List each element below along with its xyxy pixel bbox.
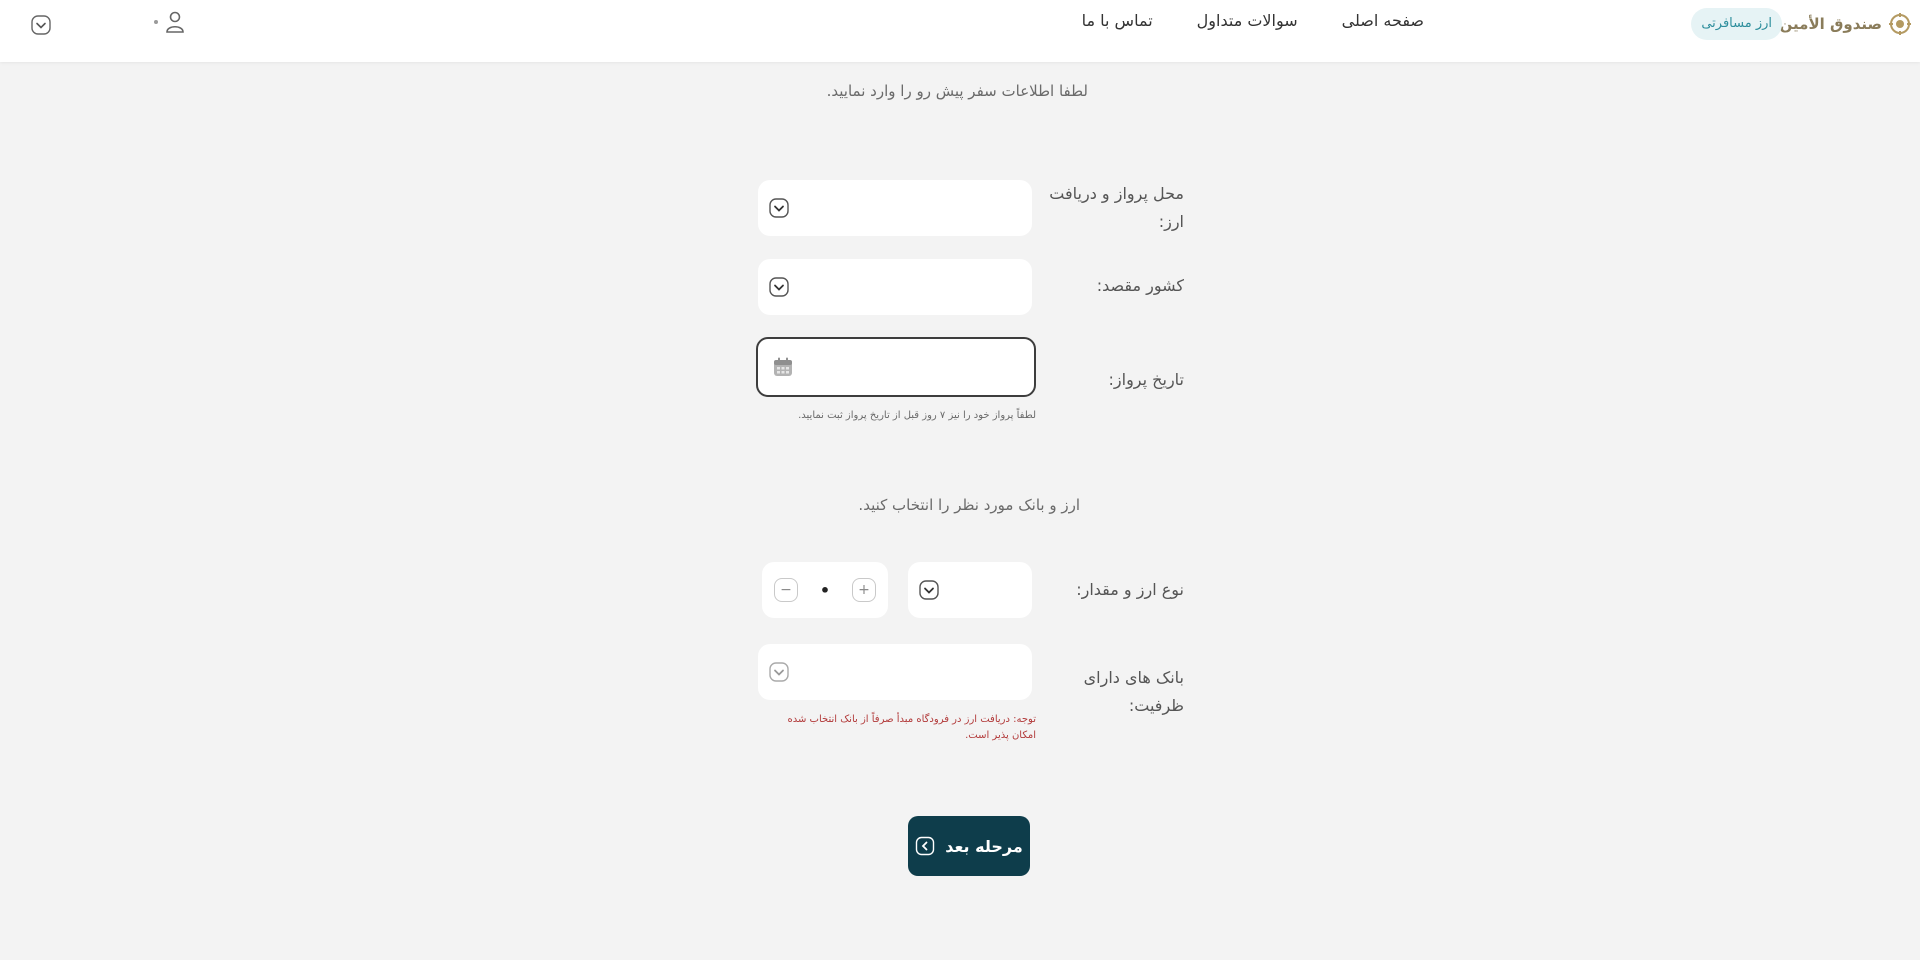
main-nav: صفحه اصلی سوالات متداول تماس با ما [1082, 10, 1424, 32]
flight-date-label: تاریخ پرواز: [1108, 370, 1185, 389]
chevron-down-icon [769, 662, 789, 682]
top-navbar: صندوق الأمین داریایک ارز مسافرتی صفحه اص… [0, 0, 1920, 62]
chevron-down-icon [919, 580, 939, 600]
amount-value: • [819, 580, 831, 600]
currency-type-select[interactable] [908, 562, 1032, 618]
brand-logo-icon [1889, 13, 1911, 35]
user-status-dot [154, 20, 158, 24]
banks-select[interactable] [758, 644, 1032, 700]
banks-label: بانک های دارای ظرفیت: [1083, 668, 1184, 715]
chevron-down-icon[interactable] [30, 14, 52, 36]
nav-faq[interactable]: سوالات متداول [1197, 10, 1298, 32]
form-intro: لطفا اطلاعات سفر پیش رو را وارد نمایید. [826, 82, 1088, 100]
nav-contact[interactable]: تماس با ما [1082, 10, 1153, 32]
chevron-down-icon [769, 277, 789, 297]
user-icon[interactable] [164, 10, 186, 34]
next-step-button[interactable]: مرحله بعد [908, 816, 1030, 876]
currency-section-title: ارز و بانک مورد نظر را انتخاب کنید. [858, 496, 1080, 514]
chevron-down-icon [769, 198, 789, 218]
currency-amount-label: نوع ارز و مقدار: [1076, 580, 1184, 599]
arrow-left-icon [916, 836, 935, 856]
amount-stepper: − • + [762, 562, 888, 618]
flight-place-label: محل پرواز و دریافت ارز: [1049, 184, 1184, 231]
flight-date-input[interactable] [756, 337, 1036, 397]
destination-label: کشور مقصد: [1096, 276, 1184, 295]
amount-increase-button[interactable]: + [851, 578, 876, 602]
destination-select[interactable] [758, 259, 1032, 315]
page: صندوق الأمین داریایک ارز مسافرتی صفحه اص… [0, 0, 1920, 960]
nav-home[interactable]: صفحه اصلی [1342, 10, 1424, 32]
service-badge[interactable]: ارز مسافرتی [1691, 8, 1782, 40]
calendar-icon [774, 357, 792, 376]
next-step-label: مرحله بعد [945, 836, 1023, 856]
flight-date-hint: لطفاً پرواز خود را نیز ۷ روز قبل از تاری… [798, 410, 1036, 421]
flight-place-select[interactable] [758, 180, 1032, 236]
amount-decrease-button[interactable]: − [774, 578, 798, 602]
banks-warning: توجه: دریافت ارز در فرودگاه مبدأ صرفاً ا… [787, 714, 1036, 741]
